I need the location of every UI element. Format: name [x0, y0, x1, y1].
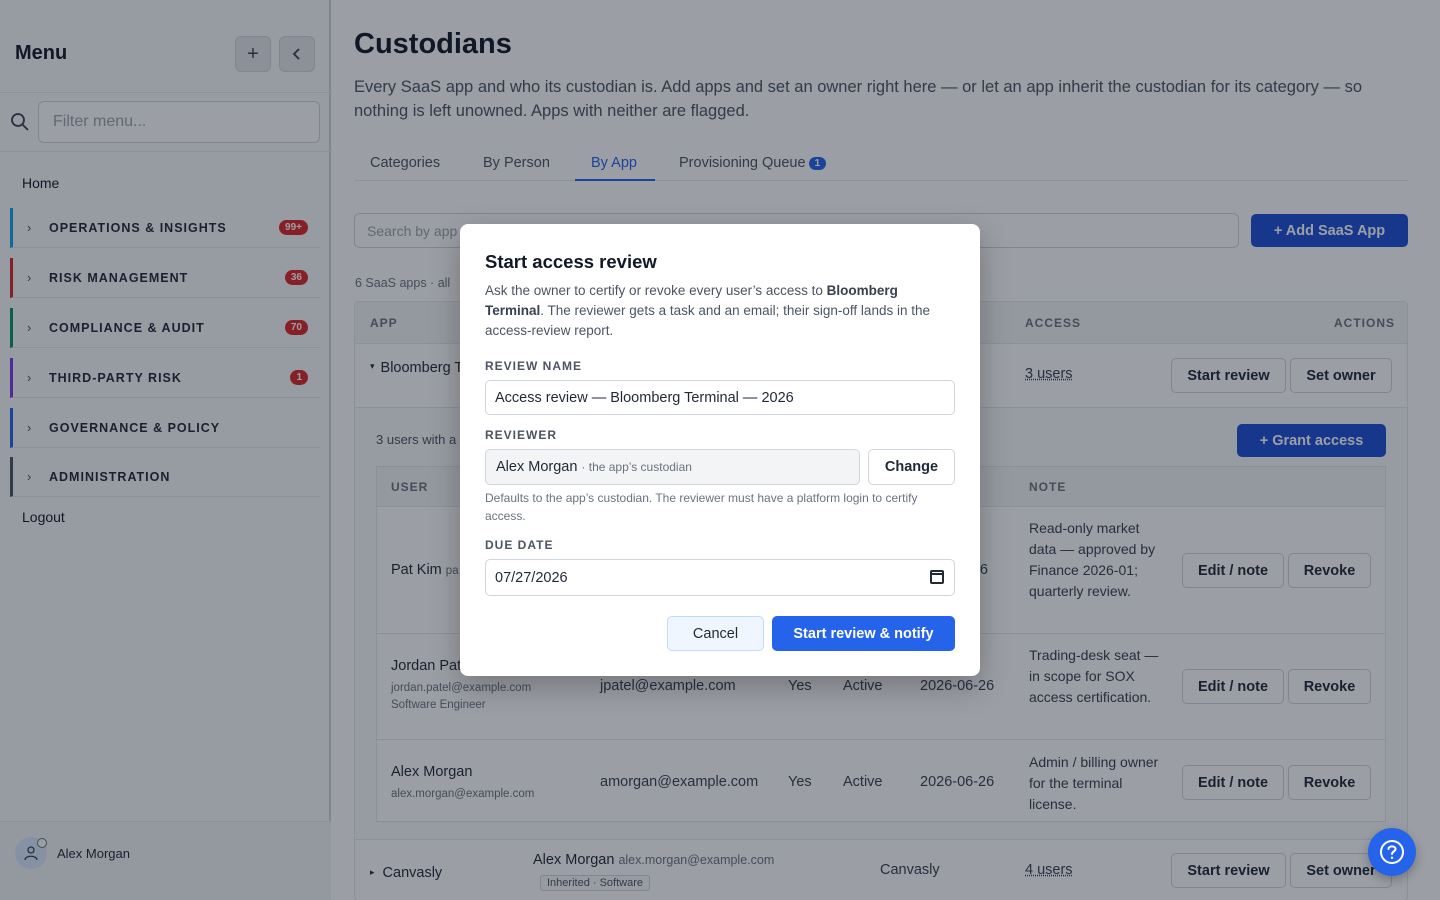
start-access-review-dialog: Start access review Ask the owner to cer…: [460, 224, 980, 676]
dialog-title: Start access review: [485, 251, 657, 272]
change-reviewer-button[interactable]: Change: [868, 449, 955, 485]
due-date-input[interactable]: 07/27/2026: [485, 559, 955, 596]
question-circle-icon: [1380, 840, 1404, 864]
reviewer-field: Alex Morgan · the app’s custodian: [485, 449, 860, 485]
reviewer-name: Alex Morgan: [496, 459, 578, 475]
calendar-icon[interactable]: [930, 570, 944, 584]
help-button[interactable]: [1368, 828, 1416, 876]
start-review-notify-button[interactable]: Start review & notify: [772, 616, 955, 651]
dialog-description: Ask the owner to certify or revoke every…: [485, 283, 930, 338]
review-name-label: REVIEW NAME: [485, 359, 583, 373]
review-name-input[interactable]: Access review — Bloomberg Terminal — 202…: [485, 380, 955, 415]
cancel-button[interactable]: Cancel: [667, 616, 764, 651]
reviewer-help-text: Defaults to the app’s custodian. The rev…: [485, 491, 918, 523]
reviewer-label: REVIEWER: [485, 428, 558, 442]
due-date-label: DUE DATE: [485, 538, 554, 552]
reviewer-hint: · the app’s custodian: [581, 460, 692, 474]
